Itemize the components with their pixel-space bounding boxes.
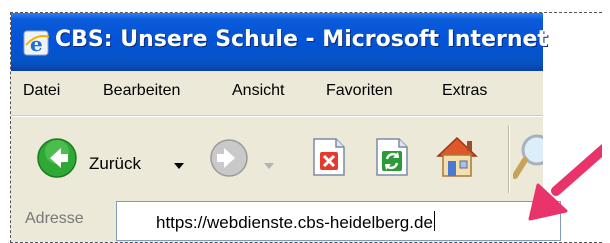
forward-button[interactable] xyxy=(209,138,249,182)
internet-explorer-icon: e xyxy=(23,30,50,56)
address-value: https://webdienste.cbs-heidelberg.de xyxy=(156,213,433,232)
forward-icon xyxy=(210,139,248,177)
toolbar-separator xyxy=(508,125,509,193)
stop-button[interactable] xyxy=(311,137,347,181)
chevron-down-icon xyxy=(174,163,184,169)
back-dropdown[interactable] xyxy=(174,156,184,175)
menu-extras[interactable]: Extras xyxy=(442,82,487,100)
menu-favoriten[interactable]: Favoriten xyxy=(326,82,393,100)
screenshot-frame: e CBS: Unsere Schule - Microsoft Interne… xyxy=(10,12,602,243)
back-button[interactable] xyxy=(36,137,78,183)
back-label[interactable]: Zurück xyxy=(89,154,141,174)
annotation-arrow-icon xyxy=(528,143,602,221)
menu-bearbeiten[interactable]: Bearbeiten xyxy=(103,82,180,100)
back-icon xyxy=(37,138,77,178)
window-title: CBS: Unsere Schule - Microsoft Internet xyxy=(55,27,548,52)
menu-ansicht[interactable]: Ansicht xyxy=(232,82,284,100)
refresh-button[interactable] xyxy=(374,137,410,181)
forward-dropdown xyxy=(264,156,274,175)
refresh-icon xyxy=(376,138,408,176)
home-icon xyxy=(436,136,478,177)
menu-datei[interactable]: Datei xyxy=(23,82,60,100)
menu-bar: Datei Bearbeiten Ansicht Favoriten Extra… xyxy=(11,71,543,116)
home-button[interactable] xyxy=(434,134,480,184)
stop-icon xyxy=(313,138,345,176)
text-caret xyxy=(433,211,435,231)
chevron-down-icon xyxy=(264,163,274,169)
address-input[interactable]: https://webdienste.cbs-heidelberg.de xyxy=(116,201,561,241)
address-label: Adresse xyxy=(25,210,84,227)
title-bar: e CBS: Unsere Schule - Microsoft Interne… xyxy=(11,13,548,71)
